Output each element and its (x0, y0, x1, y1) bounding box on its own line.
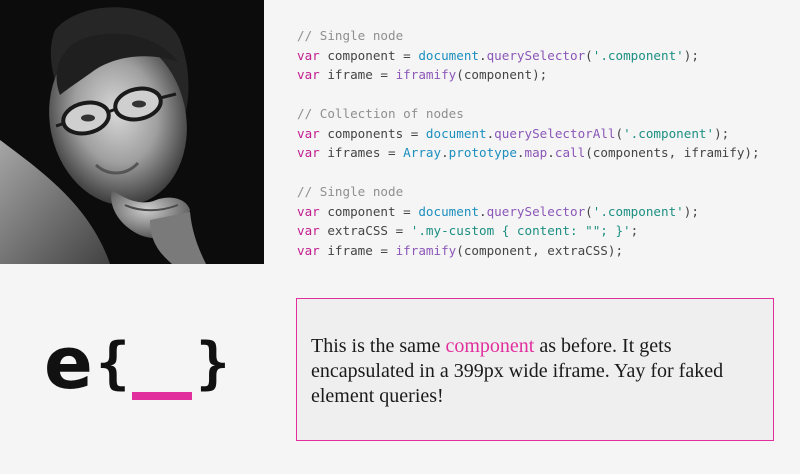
code-token: querySelector (486, 203, 586, 219)
demo-text-before: This is the same (311, 335, 446, 357)
code-token: (components, iframify); (585, 145, 760, 160)
code-token: component = (319, 47, 419, 63)
code-token: ); (714, 125, 730, 141)
code-line: var iframe = iframify(component, extraCS… (297, 241, 797, 261)
code-token: map (524, 145, 548, 160)
code-token: ); (683, 203, 699, 219)
code-token: '.component' (592, 203, 684, 219)
code-token: ); (683, 47, 699, 63)
code-token: iframify (395, 242, 457, 258)
code-token: querySelector (486, 47, 586, 63)
code-token: ( (615, 125, 624, 141)
code-token: extraCSS = (319, 223, 411, 238)
code-token: var (297, 242, 320, 258)
code-token: . (516, 145, 525, 160)
code-token: iframe = (319, 67, 396, 82)
code-token: (component); (456, 67, 548, 82)
code-token: iframify (395, 67, 457, 82)
svg-text:e: e (44, 330, 93, 405)
code-snippet: // Single node var component = document.q… (297, 26, 797, 260)
code-token: . (441, 145, 449, 160)
code-token: var (297, 125, 320, 141)
svg-text:}: } (196, 331, 230, 396)
code-token: iframe = (319, 242, 396, 258)
demo-text-highlight: component (445, 335, 535, 357)
code-line: // Single node (297, 26, 797, 46)
code-line: // Single node (297, 182, 797, 202)
code-token: call (554, 145, 586, 160)
code-token: component = (319, 203, 419, 219)
code-token: // Single node (297, 184, 404, 199)
code-token: ( (585, 203, 593, 219)
code-line: var component = document.querySelector('… (297, 46, 797, 66)
code-token: ; (630, 223, 639, 238)
e-curly-brace-logo-icon: e { } (44, 321, 230, 405)
code-token: ( (585, 47, 593, 63)
code-token: iframes = (319, 145, 404, 160)
code-token: . (479, 203, 487, 219)
code-token: components = (319, 125, 426, 141)
code-line: var iframe = iframify(component); (297, 65, 797, 85)
code-token: (component, extraCSS); (456, 242, 624, 258)
svg-text:{: { (96, 331, 130, 396)
code-line: var extraCSS = '.my-custom { content: ""… (297, 221, 797, 241)
code-line: var component = document.querySelector('… (297, 202, 797, 222)
code-token: // Single node (297, 28, 404, 43)
code-line: var iframes = Array.prototype.map.call(c… (297, 143, 797, 163)
code-token: '.my-custom { content: ""; }' (410, 223, 631, 238)
code-token: '.component' (623, 125, 715, 141)
brand-logo: e { } (44, 321, 234, 410)
code-token: . (547, 145, 555, 160)
code-token: document (418, 203, 479, 219)
code-token: // Collection of nodes (297, 106, 464, 121)
code-token: document (425, 125, 487, 141)
component-demo-box: This is the same component as before. It… (296, 298, 774, 441)
speaker-photo (0, 0, 264, 264)
code-token: var (297, 145, 320, 160)
code-line: var components = document.querySelectorA… (297, 124, 797, 144)
code-token: var (297, 67, 320, 82)
code-token: querySelectorAll (494, 125, 616, 141)
code-token: document (418, 47, 479, 63)
code-token: . (479, 47, 487, 63)
code-token: var (297, 223, 320, 238)
code-line: // Collection of nodes (297, 104, 797, 124)
speaker-portrait-icon (0, 0, 264, 264)
code-token: prototype (448, 145, 517, 160)
code-token: '.component' (592, 47, 684, 63)
code-token: Array (403, 145, 442, 160)
code-token: var (297, 47, 320, 63)
code-token: var (297, 203, 320, 219)
